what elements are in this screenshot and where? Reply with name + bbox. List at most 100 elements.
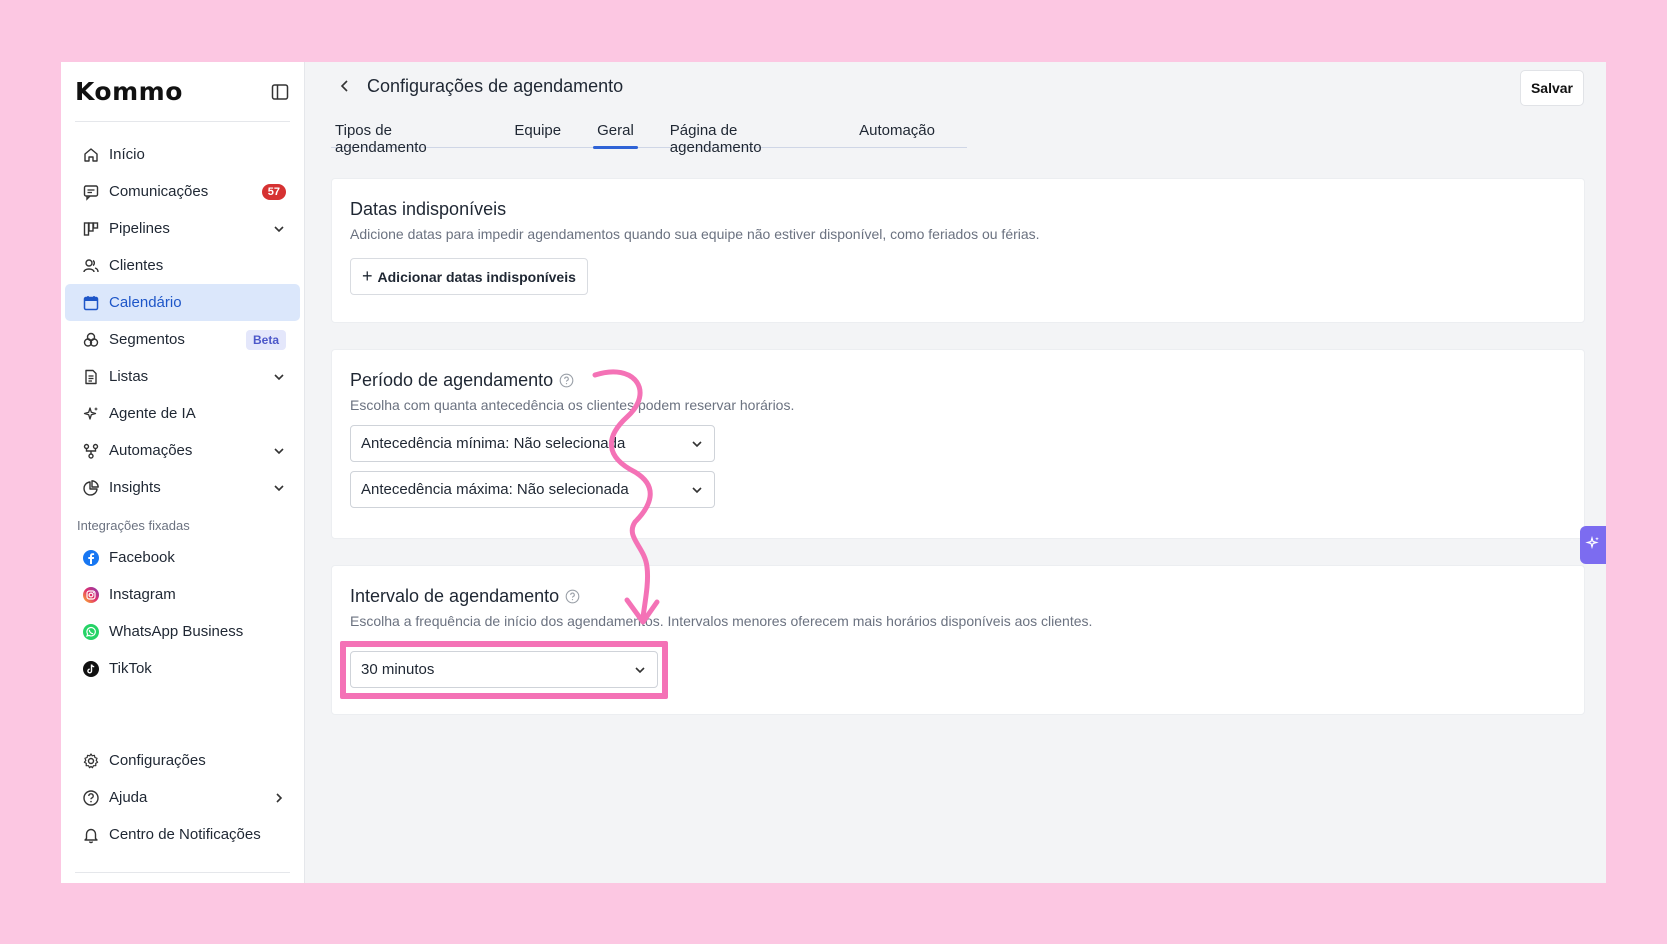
facebook-icon [81, 548, 101, 568]
sidebar-item-label: Facebook [109, 549, 175, 566]
sidebar-item-tiktok[interactable]: TikTok [65, 650, 300, 687]
sidebar-item-agente-ia[interactable]: Agente de IA [65, 395, 300, 432]
chevron-down-icon[interactable] [272, 222, 286, 236]
pinned-integrations: Facebook Instagram WhatsApp Business Tik… [61, 539, 304, 687]
sidebar-item-label: Ajuda [109, 789, 148, 806]
sidebar-item-label: TikTok [109, 660, 152, 677]
sidebar-item-label: Insights [109, 479, 161, 496]
whatsapp-icon [81, 622, 101, 642]
pie-chart-icon [81, 478, 101, 498]
sidebar-item-comunicacoes[interactable]: Comunicações 57 [65, 173, 300, 210]
sidebar-item-label: Listas [109, 368, 149, 385]
gear-icon [81, 751, 101, 771]
segments-icon [81, 330, 101, 350]
unread-count-badge: 57 [261, 183, 286, 200]
help-icon[interactable] [565, 589, 580, 604]
sidebar-item-label: Comunicações [109, 183, 209, 200]
pipeline-icon [81, 219, 101, 239]
settings-tabs: Tipos de agendamento Equipe Geral Página… [331, 116, 967, 156]
sparkles-icon [81, 404, 101, 424]
sidebar-item-label: Configurações [109, 752, 206, 769]
booking-period-card: Período de agendamento Escolha com quant… [331, 349, 1585, 539]
sidebar-item-label: Início [109, 146, 145, 163]
sidebar-item-automacoes[interactable]: Automações [65, 432, 300, 469]
button-label: Adicionar datas indisponíveis [377, 268, 576, 285]
sidebar-item-label: Instagram [109, 586, 176, 603]
ai-assistant-tab[interactable] [1580, 526, 1606, 564]
calendar-icon [81, 293, 101, 313]
sidebar-item-insights[interactable]: Insights [65, 469, 300, 506]
kommo-logo: Kommo [75, 77, 183, 106]
chevron-right-icon[interactable] [272, 791, 286, 805]
help-circle-icon [81, 788, 101, 808]
save-button[interactable]: Salvar [1519, 70, 1584, 106]
sidebar-divider [75, 872, 290, 873]
sidebar-item-clientes[interactable]: Clientes [65, 247, 300, 284]
sidebar-item-label: Automações [109, 442, 193, 459]
select-value: Antecedência máxima: Não selecionada [361, 481, 629, 498]
sidebar-item-facebook[interactable]: Facebook [65, 539, 300, 576]
min-advance-select[interactable]: Antecedência mínima: Não selecionada [350, 425, 715, 462]
sidebar-item-label: WhatsApp Business [109, 623, 244, 640]
bell-icon [81, 825, 101, 845]
main-nav: Início Comunicações 57 Pipelines Cliente… [61, 122, 304, 506]
tab-equipe[interactable]: Equipe [510, 116, 565, 148]
sidebar-item-calendario[interactable]: Calendário [65, 284, 300, 321]
chevron-down-icon[interactable] [272, 444, 286, 458]
plus-icon: + [362, 266, 373, 286]
instagram-icon [81, 585, 101, 605]
chevron-down-icon [690, 437, 704, 451]
sidebar-item-label: Segmentos [109, 331, 185, 348]
sidebar-header: Kommo [75, 62, 290, 122]
card-description: Escolha com quanta antecedência os clien… [350, 397, 795, 413]
chevron-down-icon [690, 483, 704, 497]
sidebar-item-segmentos[interactable]: Segmentos Beta [65, 321, 300, 358]
chevron-down-icon[interactable] [272, 370, 286, 384]
sidebar: Kommo Início Comunicações 57 Pipelines C… [61, 62, 305, 883]
card-title: Datas indisponíveis [350, 199, 507, 219]
sidebar-item-ajuda[interactable]: Ajuda [65, 779, 300, 816]
card-title-text: Período de agendamento [350, 370, 554, 390]
help-icon[interactable] [559, 373, 574, 388]
tiktok-icon [81, 659, 101, 679]
card-title: Período de agendamento [350, 370, 1566, 391]
card-title-text: Intervalo de agendamento [350, 586, 560, 606]
card-title: Intervalo de agendamento [350, 586, 1566, 607]
card-description: Adicione datas para impedir agendamentos… [350, 226, 1040, 242]
add-unavailable-dates-button[interactable]: + Adicionar datas indisponíveis [350, 258, 588, 295]
sparkles-icon [1585, 535, 1601, 556]
max-advance-select[interactable]: Antecedência máxima: Não selecionada [350, 471, 715, 508]
tab-pagina-de-agendamento[interactable]: Página de agendamento [666, 116, 827, 156]
unavailable-dates-card: Datas indisponíveis Adicione datas para … [331, 178, 1585, 323]
tab-geral[interactable]: Geral [593, 116, 638, 149]
back-arrow-icon[interactable] [337, 78, 353, 94]
bottom-nav: Configurações Ajuda Centro de Notificaçõ… [61, 742, 304, 853]
document-list-icon [81, 367, 101, 387]
sidebar-item-label: Centro de Notificações [109, 826, 261, 843]
sidebar-collapse-icon[interactable] [270, 82, 290, 102]
automation-flow-icon [81, 441, 101, 461]
sidebar-item-inicio[interactable]: Início [65, 136, 300, 173]
sidebar-item-whatsapp[interactable]: WhatsApp Business [65, 613, 300, 650]
highlight-box [340, 641, 668, 699]
tab-tipos-de-agendamento[interactable]: Tipos de agendamento [331, 116, 482, 156]
sidebar-item-listas[interactable]: Listas [65, 358, 300, 395]
sidebar-item-label: Clientes [109, 257, 164, 274]
sidebar-item-configuracoes[interactable]: Configurações [65, 742, 300, 779]
sidebar-item-label: Calendário [109, 294, 182, 311]
sidebar-item-pipelines[interactable]: Pipelines [65, 210, 300, 247]
chat-icon [81, 182, 101, 202]
home-icon [81, 145, 101, 165]
page-title: Configurações de agendamento [367, 76, 624, 96]
sidebar-item-label: Pipelines [109, 220, 170, 237]
sidebar-item-label: Agente de IA [109, 405, 196, 422]
select-value: Antecedência mínima: Não selecionada [361, 435, 626, 452]
pinned-integrations-label: Integrações fixadas [77, 518, 190, 533]
tab-automacao[interactable]: Automação [855, 116, 939, 148]
sidebar-item-notificacoes[interactable]: Centro de Notificações [65, 816, 300, 853]
card-description: Escolha a frequência de início dos agend… [350, 613, 1093, 629]
users-icon [81, 256, 101, 276]
sidebar-item-instagram[interactable]: Instagram [65, 576, 300, 613]
main-content: Configurações de agendamento Salvar Tipo… [305, 62, 1606, 883]
chevron-down-icon[interactable] [272, 481, 286, 495]
